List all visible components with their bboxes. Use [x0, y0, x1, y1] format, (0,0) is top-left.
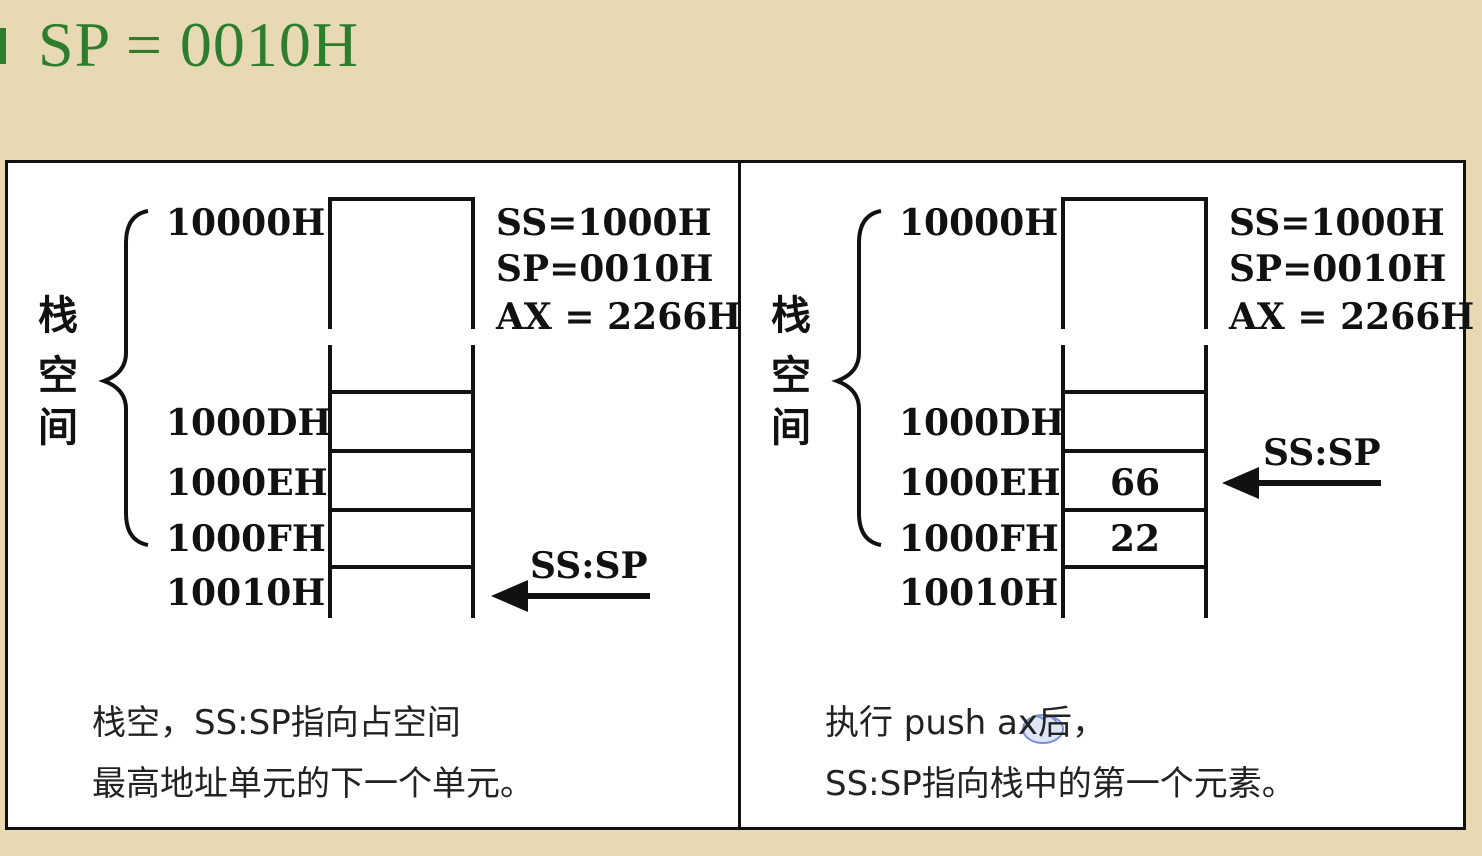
slide-title: SP = 0010H [38, 9, 360, 80]
cell-value: 66 [1109, 462, 1161, 504]
panel-after-push: 栈 空 间 10000H 1000DH 1000EH 1000FH 10010H… [741, 163, 1474, 827]
stack-column-top [328, 197, 475, 303]
register-ss: SS=1000H [496, 202, 712, 244]
stack-space-brace [98, 209, 149, 547]
pointer-label: SS:SP [1263, 432, 1381, 474]
stack-space-brace [831, 209, 882, 547]
address-label: 1000FH [899, 518, 1059, 560]
address-label: 10000H [899, 202, 1059, 244]
register-ss: SS=1000H [1229, 202, 1445, 244]
panel-before-push: 栈 空 间 10000H 1000DH 1000EH 1000FH 10010H… [8, 163, 742, 827]
address-label: 1000DH [166, 402, 332, 444]
pointer-arrowhead [1222, 467, 1259, 499]
stack-column-top [1061, 197, 1208, 303]
stack-label-char: 空 [771, 353, 811, 399]
pointer-arrowhead [491, 580, 528, 612]
register-sp: SP=0010H [496, 248, 714, 290]
stack-label-char: 栈 [38, 293, 78, 339]
stack-label-char: 间 [771, 405, 811, 451]
cell-value: 22 [1109, 518, 1161, 560]
stack-label-char: 栈 [771, 293, 811, 339]
register-ax: AX = 2266H [496, 296, 742, 338]
stack-label-char: 间 [38, 405, 78, 451]
pointer-label: SS:SP [530, 545, 648, 587]
address-label: 1000EH [899, 462, 1061, 504]
caption-line-2: 最高地址单元的下一个单元。 [92, 764, 534, 804]
slide-bullet-mark [0, 28, 6, 64]
address-label: 10010H [899, 572, 1059, 614]
address-label: 10000H [166, 202, 326, 244]
address-label: 1000DH [899, 402, 1065, 444]
register-sp: SP=0010H [1229, 248, 1447, 290]
address-label: 1000EH [166, 462, 328, 504]
register-ax: AX = 2266H [1229, 296, 1475, 338]
caption-line-2: SS:SP指向栈中的第一个元素。 [825, 764, 1296, 804]
address-label: 1000FH [166, 518, 326, 560]
stack-label-char: 空 [38, 353, 78, 399]
diagram-frame: 栈 空 间 10000H 1000DH 1000EH 1000FH 10010H… [5, 160, 1474, 830]
address-label: 10010H [166, 572, 326, 614]
caption-line-1: 栈空，SS:SP指向占空间 [92, 703, 461, 743]
caption-line-1: 执行 push ax后， [825, 703, 1106, 743]
